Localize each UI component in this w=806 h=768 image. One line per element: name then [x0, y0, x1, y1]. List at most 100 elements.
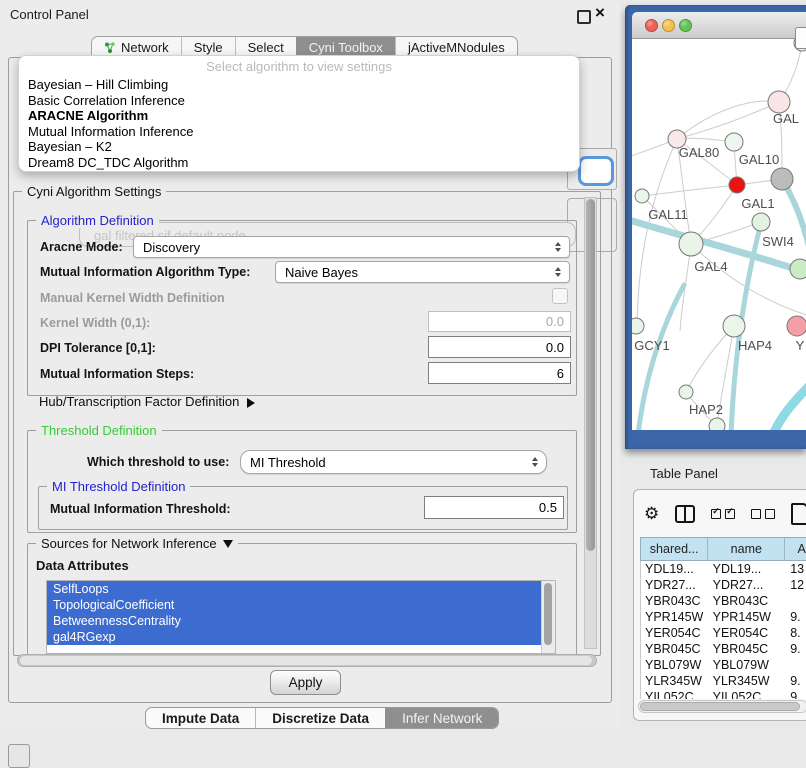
network-node-gcy1[interactable]	[632, 318, 644, 334]
table-row[interactable]: YLR345WYLR345W9.	[641, 673, 806, 689]
scrollbar-thumb[interactable]	[640, 702, 800, 711]
node-label-hap4: HAP4	[738, 338, 772, 353]
column-header-shared-[interactable]: shared...	[641, 538, 708, 560]
tab-select[interactable]: Select	[235, 37, 296, 57]
network-node-hap4[interactable]	[723, 315, 745, 337]
dpi-tolerance-label: DPI Tolerance [0,1]:	[40, 341, 156, 355]
mi-threshold-input[interactable]	[424, 496, 564, 519]
tab-impute-data[interactable]: Impute Data	[146, 708, 255, 728]
table-cell: YDL19...	[641, 561, 709, 577]
attribute-item-betweennesscentrality[interactable]: BetweennessCentrality	[47, 613, 542, 629]
settings-horizontal-scrollbar[interactable]	[17, 654, 597, 667]
scrollbar-thumb[interactable]	[586, 199, 595, 551]
table-cell: YBR043C	[641, 593, 709, 609]
attributes-scrollbar[interactable]	[541, 581, 555, 653]
table-cell: YER054C	[641, 625, 709, 641]
scrollbar-thumb[interactable]	[20, 656, 592, 665]
which-threshold-combo[interactable]: MI Threshold	[240, 450, 547, 474]
close-icon[interactable]: ×	[595, 3, 605, 23]
table-cell: YIL052C	[641, 689, 709, 699]
algorithm-option-mutual-information-inference[interactable]: Mutual Information Inference	[19, 124, 579, 140]
table-row[interactable]: YDL19...YDL19...13	[641, 561, 806, 577]
mi-algorithm-type-combo[interactable]: Naive Bayes	[275, 261, 570, 283]
table-row[interactable]: YPR145WYPR145W9.	[641, 609, 806, 625]
float-window-icon[interactable]	[577, 10, 591, 24]
threshold-definition-group: Threshold Definition Which threshold to …	[27, 430, 577, 533]
network-node-hap2[interactable]	[679, 385, 693, 399]
scrollbar-thumb[interactable]	[544, 583, 552, 645]
network-node-gal7[interactable]	[768, 91, 790, 113]
tab-network[interactable]: Network	[92, 37, 181, 57]
table-horizontal-scrollbar[interactable]	[638, 700, 806, 713]
export-table-icon[interactable]	[791, 503, 806, 525]
tab-label: Style	[194, 40, 223, 55]
algorithm-option-dream8-dc-tdc-algorithm[interactable]: Dream8 DC_TDC Algorithm	[19, 155, 579, 171]
algorithm-option-bayesian-k2[interactable]: Bayesian – K2	[19, 139, 579, 155]
node-table: shared...nameA YDL19...YDL19...13YDR27..…	[640, 537, 806, 699]
network-node-right-green[interactable]	[790, 259, 806, 279]
tab-style[interactable]: Style	[181, 37, 235, 57]
zoom-traffic-light-icon[interactable]	[679, 19, 692, 32]
network-edge	[677, 102, 779, 139]
network-canvas[interactable]: GALGAL80GAL10GAL11GAL1SWI4GAL4GCY1HAP4YH…	[632, 39, 806, 430]
collapsed-arrow-icon[interactable]	[247, 398, 255, 408]
table-row[interactable]: YIL052CYIL052C9	[641, 689, 806, 699]
focus-ring[interactable]	[578, 156, 614, 186]
select-all-checks-icon[interactable]	[711, 509, 735, 519]
network-node-gal1[interactable]	[752, 213, 770, 231]
hub-tf-definition-label: Hub/Transcription Factor Definition	[39, 394, 239, 409]
deselect-all-checks-icon[interactable]	[751, 509, 775, 519]
mi-steps-input[interactable]	[428, 362, 571, 384]
mi-threshold-label: Mutual Information Threshold:	[50, 502, 231, 516]
column-header-name[interactable]: name	[708, 538, 785, 560]
attribute-item-selfloops[interactable]: SelfLoops	[47, 581, 542, 597]
combo-arrows-icon	[532, 457, 538, 467]
apply-button[interactable]: Apply	[270, 670, 341, 695]
network-node-gray-node[interactable]	[771, 168, 793, 190]
aracne-mode-label: Aracne Mode:	[40, 240, 123, 254]
network-node-gal4[interactable]	[679, 232, 703, 256]
data-attributes-list[interactable]: SelfLoopsTopologicalCoefficientBetweenne…	[46, 580, 556, 654]
tab-discretize-data[interactable]: Discretize Data	[255, 708, 385, 728]
network-node-gal10-red[interactable]	[729, 177, 745, 193]
network-window-titlebar[interactable]	[632, 12, 806, 39]
table-row[interactable]: YBL079WYBL079W	[641, 657, 806, 673]
column-header-a[interactable]: A	[785, 538, 806, 560]
algorithm-option-basic-correlation-inference[interactable]: Basic Correlation Inference	[19, 93, 579, 109]
tab-jactivemnodules[interactable]: jActiveMNodules	[395, 37, 517, 57]
tab-cyni-toolbox[interactable]: Cyni Toolbox	[296, 37, 395, 57]
cyni-algorithm-settings-group: Cyni Algorithm Settings Algorithm Defini…	[13, 191, 601, 656]
algorithm-option-aracne-algorithm[interactable]: ARACNE Algorithm	[19, 108, 579, 124]
close-traffic-light-icon[interactable]	[645, 19, 658, 32]
tab-infer-network[interactable]: Infer Network	[385, 708, 498, 728]
settings-vertical-scrollbar[interactable]	[584, 197, 597, 649]
network-node-bottom-partial[interactable]	[709, 418, 725, 430]
network-node-right-pink[interactable]	[787, 316, 806, 336]
columns-icon[interactable]	[675, 505, 695, 523]
hub-tf-definition-row[interactable]: Hub/Transcription Factor Definition	[39, 394, 255, 409]
attribute-item-topologicalcoefficient[interactable]: TopologicalCoefficient	[47, 597, 542, 613]
expanded-arrow-icon[interactable]	[223, 540, 233, 548]
aracne-mode-combo[interactable]: Discovery	[133, 236, 570, 258]
table-row[interactable]: YDR27...YDR27...12	[641, 577, 806, 593]
table-row[interactable]: YBR045CYBR045C9.	[641, 641, 806, 657]
tab-label: Cyni Toolbox	[309, 40, 383, 55]
manual-kernel-width-label: Manual Kernel Width Definition	[40, 291, 225, 305]
table-row[interactable]: YER054CYER054C8.	[641, 625, 806, 641]
data-attributes-label: Data Attributes	[36, 558, 129, 573]
manual-kernel-width-checkbox[interactable]	[552, 288, 568, 304]
minimize-traffic-light-icon[interactable]	[662, 19, 675, 32]
network-node-gal11[interactable]	[635, 189, 649, 203]
attribute-item-gal4rgexp[interactable]: gal4RGexp	[47, 629, 542, 645]
table-cell: YBR043C	[709, 593, 787, 609]
table-row[interactable]: YBR043CYBR043C	[641, 593, 806, 609]
kernel-width-input[interactable]	[428, 311, 571, 332]
dpi-tolerance-input[interactable]	[428, 336, 571, 358]
bottom-left-partial-button[interactable]	[8, 744, 30, 768]
dropdown-items: Bayesian – Hill ClimbingBasic Correlatio…	[19, 77, 579, 170]
gear-icon[interactable]: ⚙	[644, 504, 659, 524]
algorithm-option-bayesian-hill-climbing[interactable]: Bayesian – Hill Climbing	[19, 77, 579, 93]
cyni-bottom-tab-bar: Impute DataDiscretize DataInfer Network	[145, 707, 499, 729]
network-node-top-green[interactable]	[725, 133, 743, 151]
table-cell: YBL079W	[641, 657, 709, 673]
